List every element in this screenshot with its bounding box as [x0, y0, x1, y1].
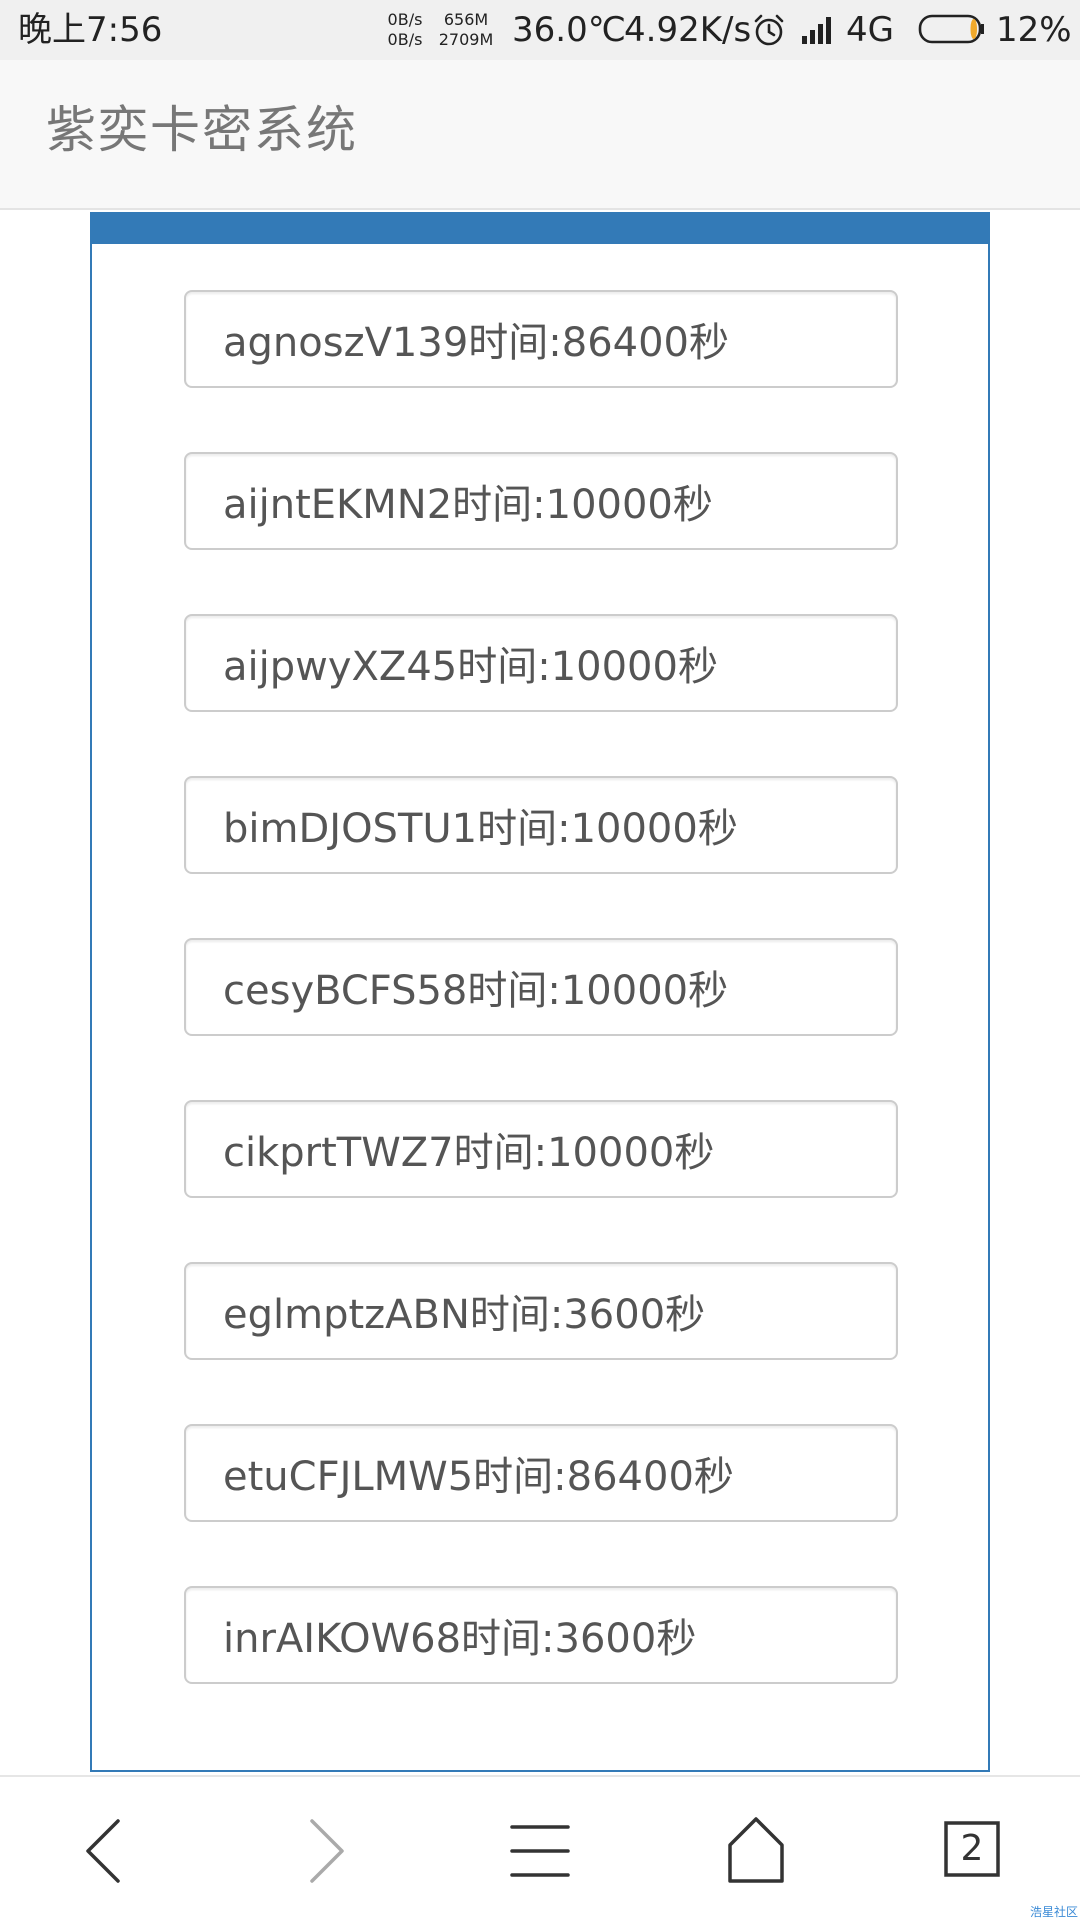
- card-text: cikprtTWZ7时间:10000秒: [223, 1130, 715, 1176]
- list-item[interactable]: etuCFJLMW5时间:86400秒: [184, 1424, 898, 1522]
- status-battery-percent: 12%: [996, 10, 1072, 50]
- browser-bottom-nav: 2 浩星社区: [0, 1775, 1080, 1920]
- card-text: eglmptzABN时间:3600秒: [223, 1292, 706, 1338]
- signal-icon: [802, 17, 831, 44]
- list-item[interactable]: cikprtTWZ7时间:10000秒: [184, 1100, 898, 1198]
- panel-heading: [90, 212, 990, 244]
- tabs-button[interactable]: 2: [922, 1799, 1022, 1899]
- menu-icon[interactable]: [490, 1799, 590, 1899]
- alarm-icon: [754, 14, 784, 46]
- forward-icon[interactable]: [274, 1799, 374, 1899]
- battery-icon: [918, 14, 984, 44]
- list-item[interactable]: aijpwyXZ45时间:10000秒: [184, 614, 898, 712]
- battery-fill: [970, 19, 977, 39]
- list-item[interactable]: aijntEKMN2时间:10000秒: [184, 452, 898, 550]
- status-upload-speed: 0B/s: [387, 10, 423, 29]
- card-list: agnoszV139时间:86400秒 aijntEKMN2时间:10000秒 …: [184, 290, 898, 1748]
- status-memory-total: 2709M: [438, 30, 494, 49]
- back-icon[interactable]: [56, 1799, 156, 1899]
- card-panel: agnoszV139时间:86400秒 aijntEKMN2时间:10000秒 …: [90, 212, 990, 1772]
- card-text: etuCFJLMW5时间:86400秒: [223, 1454, 734, 1500]
- status-net-traffic: 0B/s 0B/s: [384, 10, 426, 50]
- status-network-speed: 4.92K/s: [624, 10, 752, 50]
- status-download-speed: 0B/s: [387, 30, 423, 49]
- status-memory: 656M 2709M: [436, 10, 496, 50]
- card-text: aijntEKMN2时间:10000秒: [223, 482, 713, 528]
- card-text: agnoszV139时间:86400秒: [223, 320, 729, 366]
- watermark: 浩星社区: [1029, 1905, 1078, 1919]
- page-title[interactable]: 紫奕卡密系统: [46, 98, 358, 162]
- status-memory-used: 656M: [443, 10, 489, 29]
- status-network-type: 4G: [846, 10, 894, 50]
- card-text: inrAIKOW68时间:3600秒: [223, 1616, 697, 1662]
- list-item[interactable]: inrAIKOW68时间:3600秒: [184, 1586, 898, 1684]
- list-item[interactable]: cesyBCFS58时间:10000秒: [184, 938, 898, 1036]
- list-item[interactable]: eglmptzABN时间:3600秒: [184, 1262, 898, 1360]
- home-icon[interactable]: [706, 1799, 806, 1899]
- card-text: aijpwyXZ45时间:10000秒: [223, 644, 718, 690]
- app-header: 紫奕卡密系统: [0, 60, 1080, 210]
- list-item[interactable]: bimDJOSTU1时间:10000秒: [184, 776, 898, 874]
- status-time: 晚上7:56: [18, 10, 163, 50]
- card-text: cesyBCFS58时间:10000秒: [223, 968, 729, 1014]
- status-bar: 晚上7:56 0B/s 0B/s 656M 2709M 36.0℃ 4.92K/…: [0, 0, 1080, 60]
- tabs-count: 2: [960, 1828, 984, 1869]
- status-temperature: 36.0℃: [512, 10, 626, 50]
- list-item[interactable]: agnoszV139时间:86400秒: [184, 290, 898, 388]
- card-text: bimDJOSTU1时间:10000秒: [223, 806, 738, 852]
